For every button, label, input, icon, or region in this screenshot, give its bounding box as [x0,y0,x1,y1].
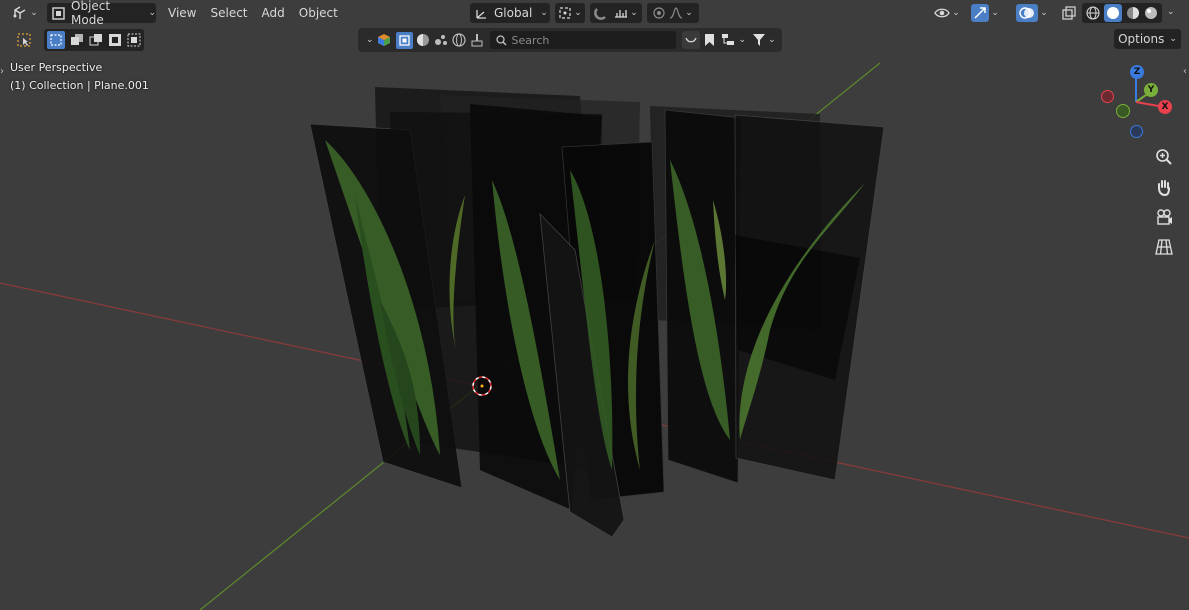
snap-group: ⌄ [590,3,642,23]
object-visibility-button[interactable]: ⌄ [930,3,964,23]
scene-cube-icon[interactable] [377,33,391,47]
chevron-down-icon: ⌄ [540,8,548,18]
viewport-scene [0,62,1189,610]
toolbar-expand-arrow-icon[interactable]: › [0,66,4,77]
object-filter-icon[interactable] [395,31,413,49]
proportional-edit-group: ⌄ [647,3,699,23]
overlays-icon[interactable] [1016,4,1039,22]
mode-label: Object Mode [71,0,111,27]
gizmo-toggle-group: ⌄ [967,3,1003,23]
camera-view-button[interactable] [1151,204,1177,230]
world-icon[interactable] [451,33,466,47]
pan-button[interactable] [1151,174,1177,200]
chevron-down-icon: ⌄ [1169,34,1177,44]
object-mode-icon [52,6,65,20]
chevron-down-icon: ⌄ [30,8,38,18]
collection-info-label: (1) Collection | Plane.001 [10,79,149,92]
options-label: Options [1118,32,1165,46]
select-subtract-icon[interactable] [89,33,103,47]
material-shading-icon[interactable] [1126,6,1140,20]
grid-perspective-icon [1155,238,1173,256]
sort-toggle-icon[interactable] [681,31,700,49]
gizmo-z-axis[interactable]: Z [1130,65,1144,79]
zoom-magnifier-icon [1155,148,1173,166]
chevron-down-icon[interactable]: ⌄ [739,35,747,45]
chevron-down-icon[interactable]: ⌄ [630,8,638,18]
pivot-icon [558,6,572,20]
viewport-header: ⌄ Object Mode ⌄ View Select Add Object G… [0,0,1189,27]
particles-icon[interactable] [434,33,448,47]
tool-header-left [12,28,144,52]
gizmo-neg-x-axis[interactable] [1101,90,1114,103]
gizmo-x-axis[interactable]: X [1158,100,1172,114]
search-placeholder: Search [511,33,550,47]
outliner-filter-bar: ⌄ Search ⌄ ⌄ [358,28,782,52]
chevron-down-icon: ⌄ [148,8,156,18]
shading-mode-group [1082,3,1162,23]
header-menus: View Select Add Object [161,3,345,23]
proportional-edit-icon[interactable] [653,7,665,19]
magnet-icon[interactable] [594,6,608,20]
camera-icon [1155,208,1173,226]
view3d-icon [12,6,28,20]
navigation-gizmo[interactable]: Z Y X [1096,62,1176,142]
gizmo-y-axis[interactable]: Y [1144,83,1158,97]
select-extend-icon[interactable] [70,33,84,47]
view-name-label: User Perspective [10,61,103,74]
hand-icon [1155,178,1173,196]
menu-object[interactable]: Object [292,3,345,23]
solid-shading-icon[interactable] [1104,4,1122,22]
pivot-point-button[interactable]: ⌄ [555,3,585,23]
gizmo-neg-y-axis[interactable] [1116,104,1130,118]
falloff-curve-icon[interactable] [669,7,683,19]
search-input[interactable]: Search [489,31,676,49]
menu-view[interactable]: View [161,3,203,23]
chevron-down-icon[interactable]: ⌄ [366,35,374,45]
orientation-global-icon [475,7,488,20]
gizmo-neg-z-axis[interactable] [1130,125,1143,138]
chevron-down-icon[interactable]: ⌄ [768,35,776,45]
chevron-down-icon: ⌄ [574,8,582,18]
mode-select[interactable]: Object Mode ⌄ [47,0,156,27]
overlays-toggle-group: ⌄ [1012,3,1052,23]
xray-toggle-button[interactable] [1059,3,1079,23]
sidebar-expand-arrow-icon[interactable]: ‹ [1183,66,1187,77]
eye-icon [934,7,950,19]
grass-planes[interactable] [309,87,885,538]
selection-mode-group [44,29,144,51]
wireframe-shading-icon[interactable] [1086,6,1100,20]
menu-add[interactable]: Add [255,3,292,23]
zoom-button[interactable] [1151,144,1177,170]
chevron-down-icon[interactable]: ⌄ [685,8,693,18]
hierarchy-icon[interactable] [721,33,737,47]
xray-icon [1062,6,1076,20]
filter-funnel-icon[interactable] [752,33,766,47]
select-intersect-icon[interactable] [127,33,141,47]
options-button[interactable]: Options ⌄ [1114,29,1181,49]
snap-increment-icon[interactable] [614,7,628,19]
bookmark-icon[interactable] [704,33,715,47]
gizmo-icon[interactable] [971,4,990,22]
menu-select[interactable]: Select [203,3,254,23]
chevron-down-icon: ⌄ [952,8,960,18]
search-icon [495,34,507,46]
rendered-shading-icon[interactable] [1144,6,1158,20]
transform-orientation-select[interactable]: Global ⌄ [470,3,550,23]
select-box-icon [16,32,32,48]
chevron-down-icon[interactable]: ⌄ [1040,8,1048,18]
shading-options-chevron[interactable]: ⌄ [1167,7,1175,17]
select-new-icon[interactable] [46,31,65,49]
perspective-toggle-button[interactable] [1151,234,1177,260]
3d-viewport[interactable] [0,0,1189,610]
brush-icon[interactable] [470,33,484,47]
select-invert-icon[interactable] [108,33,122,47]
material-sphere-icon[interactable] [416,33,430,47]
chevron-down-icon[interactable]: ⌄ [991,8,999,18]
select-tool-button[interactable] [12,29,36,51]
orientation-label: Global [494,6,533,20]
editor-type-button[interactable]: ⌄ [10,3,40,23]
